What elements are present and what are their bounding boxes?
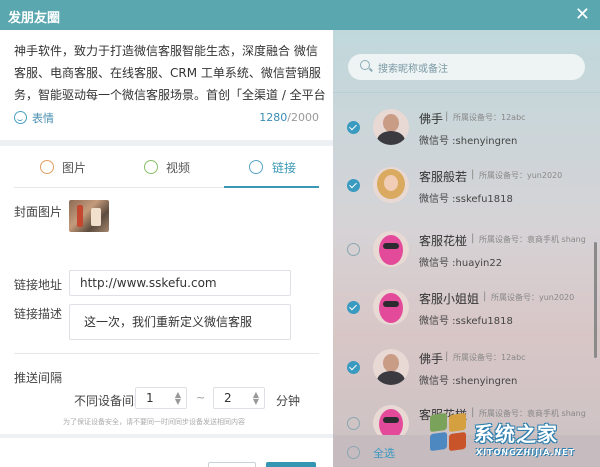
select-all-checkbox[interactable]: [347, 446, 360, 459]
interval-to-value: 2: [224, 391, 232, 405]
checkbox[interactable]: [347, 121, 360, 134]
checkbox[interactable]: [347, 301, 360, 314]
stepper-arrows-icon: ▲ ▼: [174, 390, 181, 406]
contact-wechat: 微信号 :huayin22: [419, 258, 503, 269]
url-input[interactable]: http://www.sskefu.com: [69, 270, 291, 296]
post-text[interactable]: 神手软件，致力于打造微信客服智能生态，深度融合 微信客服、电商客服、在线客服、C…: [14, 40, 326, 106]
avatar: [373, 167, 409, 203]
contact-name: 佛手: [419, 112, 444, 126]
compose-panel: 神手软件，致力于打造微信客服智能生态，深度融合 微信客服、电商客服、在线客服、C…: [0, 30, 333, 467]
video-icon: [144, 160, 158, 174]
logo-quadrant: [430, 412, 447, 433]
contact-device: 所属设备号：12abc: [453, 113, 526, 122]
contact-separator: |: [471, 169, 475, 180]
interval-separator: ~: [196, 391, 206, 404]
close-icon[interactable]: ✕: [575, 4, 590, 25]
watermark: 系统之家 XITONGZHIJIA.NET: [428, 408, 600, 467]
desc-label: 链接描述: [14, 307, 63, 321]
contact-wechat: 微信号 :shenyingren: [419, 136, 518, 147]
checkbox[interactable]: [347, 417, 360, 430]
contact-item[interactable]: 客服般若 | 所属设备号：yun2020 微信号 :sskefu1818: [333, 156, 595, 216]
contact-wechat: 微信号 :shenyingren: [419, 376, 518, 387]
contact-separator: |: [483, 291, 487, 302]
avatar: [373, 289, 409, 325]
interval-from-value: 1: [146, 391, 154, 405]
stepper-arrows-icon: ▲ ▼: [252, 390, 259, 406]
interval-unit: 分钟: [276, 394, 301, 408]
char-count-max: /2000: [287, 111, 319, 124]
divider: [333, 92, 600, 93]
contact-panel: 搜索昵称或备注 佛手 | 所属设备号：12abc 微信号 :shenyingre…: [333, 30, 600, 467]
avatar: [373, 349, 409, 385]
logo-quadrant: [449, 431, 466, 452]
avatar: [373, 231, 409, 267]
interval-from-select[interactable]: 1 ▲ ▼: [135, 387, 187, 409]
contact-item[interactable]: 客服花椪 | 所属设备号：袁商手机 shang 微信号 :huayin22: [333, 220, 595, 280]
interval-hint: 为了保证设备安全，请不要同一时间同步设备发送相同内容: [63, 418, 245, 426]
contact-device: 所属设备号：yun2020: [479, 171, 563, 180]
watermark-site: XITONGZHIJIA.NET: [476, 448, 576, 457]
tab-video[interactable]: 视频: [144, 154, 214, 188]
contact-device: 所属设备号：袁商手机 shang: [479, 235, 586, 244]
url-label: 链接地址: [14, 278, 63, 292]
windows-logo-icon: [428, 412, 468, 452]
link-icon: [249, 160, 263, 174]
divider: [0, 434, 333, 438]
checkbox[interactable]: [347, 179, 360, 192]
search-input[interactable]: 搜索昵称或备注: [348, 54, 585, 80]
media-tabs: 图片 视频 链接: [14, 154, 319, 188]
checkbox[interactable]: [347, 361, 360, 374]
emoji-row: 表情 1280/2000: [14, 110, 319, 128]
tab-link-label: 链接: [272, 161, 297, 175]
scrollbar[interactable]: [594, 242, 597, 358]
select-all-label[interactable]: 全选: [373, 445, 395, 461]
contact-name: 客服小姐姐: [419, 292, 480, 306]
contact-device: 所属设备号：12abc: [453, 353, 526, 362]
contact-separator: |: [445, 351, 449, 362]
tab-video-label: 视频: [166, 161, 191, 175]
emoji-button[interactable]: 表情: [32, 110, 54, 126]
cancel-button[interactable]: 取消: [208, 462, 256, 467]
contact-name: 客服般若: [419, 170, 468, 184]
checkbox[interactable]: [347, 243, 360, 256]
contact-name: 客服花椪: [419, 234, 468, 248]
interval-title: 推送间隔: [14, 371, 63, 385]
image-icon: [40, 160, 54, 174]
desc-input[interactable]: 这一次，我们重新定义微信客服: [69, 304, 291, 340]
contact-wechat: 微信号 :sskefu1818: [419, 194, 513, 205]
contact-item[interactable]: 客服小姐姐 | 所属设备号：yun2020 微信号 :sskefu1818: [333, 278, 595, 338]
logo-quadrant: [430, 431, 447, 452]
tab-link[interactable]: 链接: [224, 154, 319, 188]
char-count-current: 1280: [259, 111, 288, 124]
smile-icon[interactable]: [14, 111, 27, 124]
avatar: [373, 109, 409, 145]
char-count: 1280/2000: [259, 111, 319, 124]
contact-name: 佛手: [419, 352, 444, 366]
contact-item[interactable]: 佛手 | 所属设备号：12abc 微信号 :shenyingren: [333, 98, 595, 158]
window-title: 发朋友圈: [8, 11, 61, 26]
search-placeholder: 搜索昵称或备注: [378, 64, 448, 75]
interval-to-select[interactable]: 2 ▲ ▼: [213, 387, 265, 409]
contact-device: 所属设备号：yun2020: [491, 293, 575, 302]
contact-item[interactable]: 佛手 | 所属设备号：12abc 微信号 :shenyingren: [333, 338, 595, 398]
divider: [0, 140, 333, 146]
divider: [14, 353, 319, 354]
titlebar: 发朋友圈 ✕: [0, 0, 600, 30]
cover-label: 封面图片: [14, 205, 63, 219]
tab-image-label: 图片: [62, 161, 87, 175]
tab-image[interactable]: 图片: [40, 154, 110, 188]
send-button[interactable]: 发送: [266, 462, 316, 467]
logo-quadrant: [449, 412, 466, 433]
contact-wechat: 微信号 :sskefu1818: [419, 316, 513, 327]
contact-separator: |: [471, 233, 475, 244]
contact-separator: |: [445, 111, 449, 122]
watermark-name: 系统之家: [474, 422, 558, 446]
cover-image[interactable]: [69, 200, 109, 232]
search-icon: [360, 60, 370, 70]
